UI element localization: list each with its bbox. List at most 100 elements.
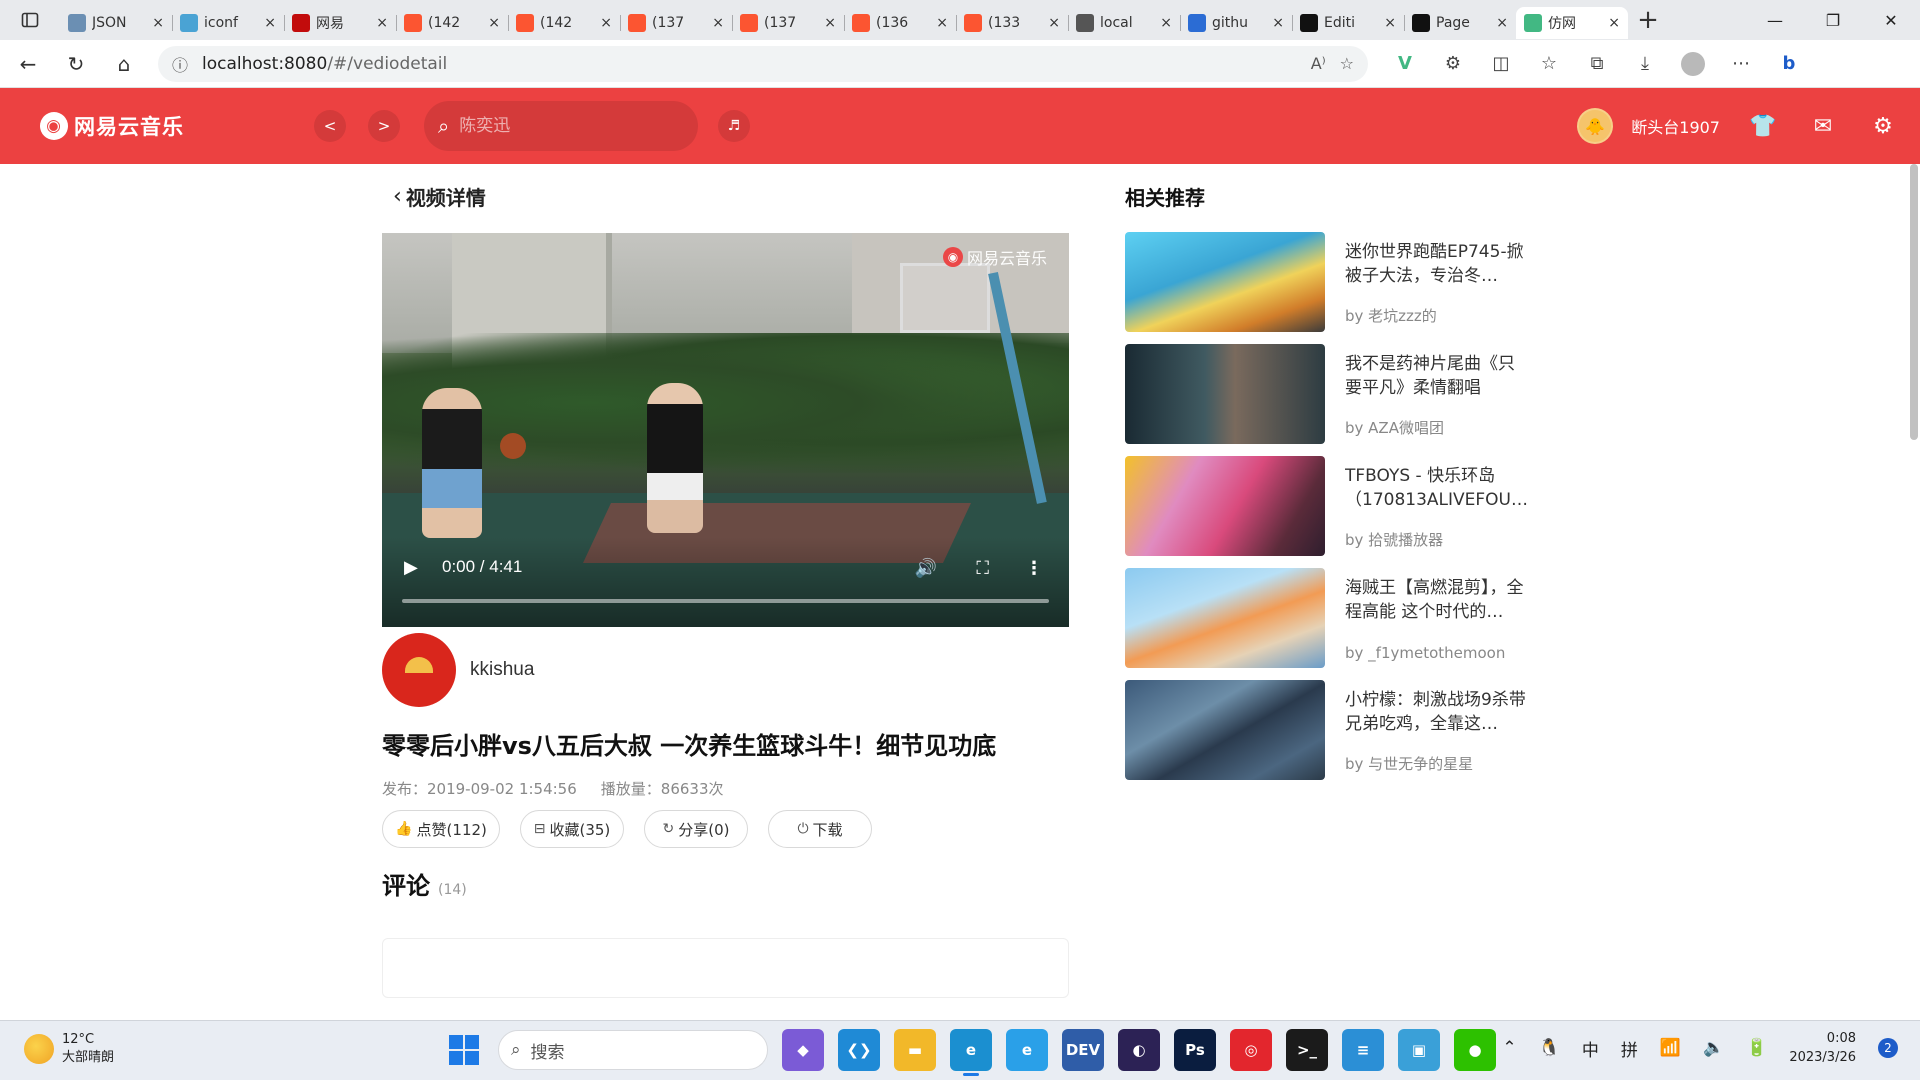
ie-icon[interactable]: e xyxy=(1006,1029,1048,1071)
minimize-button[interactable]: — xyxy=(1746,0,1804,40)
close-tab-icon[interactable]: × xyxy=(264,15,276,31)
search-icon[interactable]: ⌕ xyxy=(438,114,449,138)
close-tab-icon[interactable]: × xyxy=(376,15,388,31)
close-tab-icon[interactable]: × xyxy=(1048,15,1060,31)
recommend-author[interactable]: by 与世无争的星星 xyxy=(1345,753,1530,774)
browser-tab[interactable]: iconf × xyxy=(172,7,284,39)
browser-tab[interactable]: (133 × xyxy=(956,7,1068,39)
recommend-author[interactable]: by 拾號播放器 xyxy=(1345,529,1530,550)
weather-widget[interactable]: 12°C 大部晴朗 xyxy=(24,1031,114,1067)
url-text[interactable]: localhost:8080/#/vediodetail xyxy=(202,54,1297,74)
edge-icon[interactable]: e xyxy=(950,1029,992,1076)
page-scrollbar[interactable] xyxy=(1910,164,1918,440)
recommend-item[interactable]: TFBOYS - 快乐环岛（170813ALIVEFOU… by 拾號播放器 xyxy=(1125,456,1530,556)
photoshop-icon[interactable]: Ps xyxy=(1174,1029,1216,1071)
recommend-thumbnail[interactable] xyxy=(1125,568,1325,668)
home-button[interactable]: ⌂ xyxy=(104,46,144,82)
comment-input-box[interactable] xyxy=(382,938,1069,998)
browser-tab[interactable]: local × xyxy=(1068,7,1180,39)
history-forward-button[interactable]: > xyxy=(368,110,400,142)
browser-tab[interactable]: (142 × xyxy=(396,7,508,39)
devc-icon[interactable]: DEV xyxy=(1062,1029,1104,1071)
restore-button[interactable]: ❐ xyxy=(1804,0,1862,40)
vue-devtools-icon[interactable]: V xyxy=(1390,49,1420,79)
browser-tab[interactable]: Editi × xyxy=(1292,7,1404,39)
video-detail-back[interactable]: ‹ 视频详情 xyxy=(393,182,486,211)
favorite-star-icon[interactable]: ☆ xyxy=(1340,54,1354,73)
browser-tab[interactable]: (137 × xyxy=(620,7,732,39)
close-window-button[interactable]: ✕ xyxy=(1862,0,1920,40)
ime-mode[interactable]: 中 xyxy=(1582,1036,1599,1061)
address-bar[interactable]: ⓘ localhost:8080/#/vediodetail A⁾ ☆ xyxy=(158,45,1368,82)
read-aloud-icon[interactable]: A⁾ xyxy=(1311,54,1326,73)
browser-back-button[interactable]: ← xyxy=(8,46,48,82)
browser-tab[interactable]: (137 × xyxy=(732,7,844,39)
close-tab-icon[interactable]: × xyxy=(936,15,948,31)
recommend-name[interactable]: 小柠檬：刺激战场9杀带兄弟吃鸡，全靠这… xyxy=(1345,688,1530,736)
video-player[interactable]: ◉ 网易云音乐 ▶ 0:00 / 4:41 🔊 ⛶ ⋮ xyxy=(382,233,1069,627)
browser-tab[interactable]: 网易 × xyxy=(284,7,396,39)
username[interactable]: 断头台1907 xyxy=(1631,114,1720,138)
tab-actions-button[interactable] xyxy=(0,0,60,40)
notepad-icon[interactable]: ≡ xyxy=(1342,1029,1384,1071)
info-icon[interactable]: ⓘ xyxy=(172,52,188,76)
bing-copilot-icon[interactable]: b xyxy=(1774,49,1804,79)
recommend-thumbnail[interactable] xyxy=(1125,456,1325,556)
browser-tab[interactable]: Page × xyxy=(1404,7,1516,39)
mail-icon[interactable]: ✉ xyxy=(1806,114,1840,139)
settings-gear-icon[interactable]: ⚙ xyxy=(1866,114,1900,139)
video-progress-bar[interactable] xyxy=(402,599,1049,603)
listen-recognize-icon[interactable]: ♬ xyxy=(718,110,750,142)
browser-tab[interactable]: (136 × xyxy=(844,7,956,39)
recommend-item[interactable]: 我不是药神片尾曲《只要平凡》柔情翻唱 by AZA微唱团 xyxy=(1125,344,1530,444)
recommend-name[interactable]: 海贼王【高燃混剪】，全程高能 这个时代的… xyxy=(1345,576,1530,624)
recommend-name[interactable]: TFBOYS - 快乐环岛（170813ALIVEFOU… xyxy=(1345,464,1530,512)
recommend-thumbnail[interactable] xyxy=(1125,232,1325,332)
video-author[interactable]: kkishua xyxy=(382,633,534,707)
more-options-icon[interactable]: ⋮ xyxy=(1025,558,1043,579)
wechat-icon[interactable]: ● xyxy=(1454,1029,1496,1071)
history-back-button[interactable]: < xyxy=(314,110,346,142)
skin-icon[interactable]: 👕 xyxy=(1746,114,1780,139)
profile-icon[interactable] xyxy=(1678,49,1708,79)
browser-tab[interactable]: (142 × xyxy=(508,7,620,39)
close-tab-icon[interactable]: × xyxy=(1272,15,1284,31)
close-tab-icon[interactable]: × xyxy=(600,15,612,31)
recommend-thumbnail[interactable] xyxy=(1125,680,1325,780)
like-button[interactable]: 👍 点赞(112) xyxy=(382,810,500,848)
browser-tab[interactable]: 仿网 × xyxy=(1516,7,1628,39)
volume-icon[interactable]: 🔊 xyxy=(915,558,937,579)
play-icon[interactable]: ▶ xyxy=(404,557,418,578)
ime-pinyin[interactable]: 拼 xyxy=(1621,1036,1638,1061)
browser-tab[interactable]: JSON × xyxy=(60,7,172,39)
recommend-author[interactable]: by AZA微唱团 xyxy=(1345,417,1530,438)
recommend-name[interactable]: 我不是药神片尾曲《只要平凡》柔情翻唱 xyxy=(1345,352,1530,400)
download-button[interactable]: ⏻ 下载 xyxy=(768,810,872,848)
chevron-up-icon[interactable]: ⌃ xyxy=(1502,1038,1516,1058)
visual-studio-icon[interactable]: ◆ xyxy=(782,1029,824,1071)
snipping-icon[interactable]: ▣ xyxy=(1398,1029,1440,1071)
qq-icon[interactable]: 🐧 xyxy=(1539,1038,1560,1058)
collect-button[interactable]: ⊟ 收藏(35) xyxy=(520,810,624,848)
split-screen-icon[interactable]: ◫ xyxy=(1486,49,1516,79)
extensions-icon[interactable]: ⚙ xyxy=(1438,49,1468,79)
app-logo[interactable]: ◉ 网易云音乐 xyxy=(40,111,184,141)
recommend-author[interactable]: by 老坑zzz的 xyxy=(1345,305,1530,326)
favorites-icon[interactable]: ☆ xyxy=(1534,49,1564,79)
wifi-icon[interactable]: 📶 xyxy=(1660,1038,1681,1058)
vscode-icon[interactable]: ❮❯ xyxy=(838,1029,880,1071)
reload-button[interactable]: ↻ xyxy=(56,46,96,82)
recommend-author[interactable]: by _f1ymetothemoon xyxy=(1345,644,1530,662)
taskbar-clock[interactable]: 0:08 2023/3/26 xyxy=(1789,1029,1856,1067)
recommend-item[interactable]: 小柠檬：刺激战场9杀带兄弟吃鸡，全靠这… by 与世无争的星星 xyxy=(1125,680,1530,780)
close-tab-icon[interactable]: × xyxy=(712,15,724,31)
battery-icon[interactable]: 🔋 xyxy=(1746,1038,1767,1058)
collections-icon[interactable]: ⧉ xyxy=(1582,49,1612,79)
close-tab-icon[interactable]: × xyxy=(1384,15,1396,31)
share-button[interactable]: ↻ 分享(0) xyxy=(644,810,748,848)
new-tab-button[interactable]: + xyxy=(1628,0,1668,40)
start-windows-icon[interactable] xyxy=(444,1030,484,1070)
close-tab-icon[interactable]: × xyxy=(1608,15,1620,31)
recommend-item[interactable]: 海贼王【高燃混剪】，全程高能 这个时代的… by _f1ymetothemoon xyxy=(1125,568,1530,668)
downloads-icon[interactable]: ⤓ xyxy=(1630,49,1660,79)
